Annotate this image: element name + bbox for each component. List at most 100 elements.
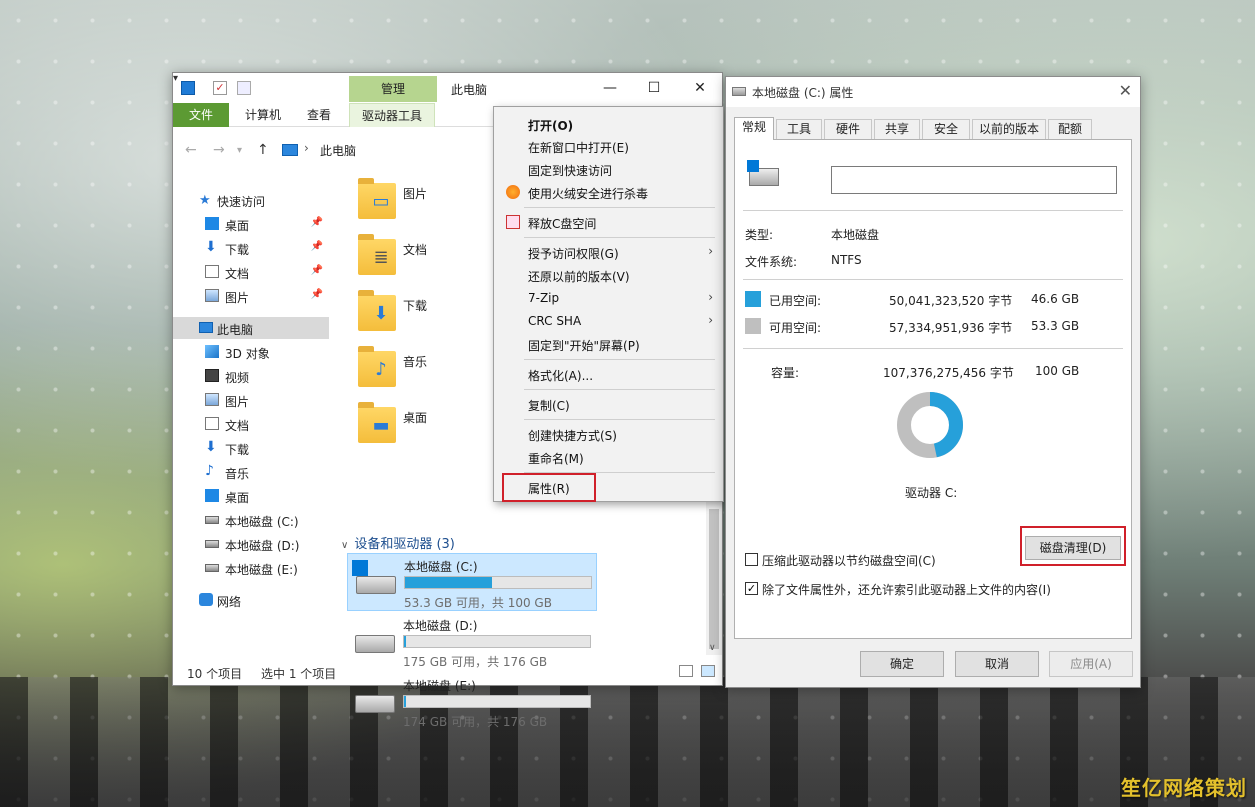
- nav-music[interactable]: ♪ 音乐: [173, 461, 329, 483]
- tab-general[interactable]: 常规: [734, 117, 774, 140]
- tab-sharing[interactable]: 共享: [874, 119, 920, 139]
- folder-name: 桌面: [403, 411, 428, 425]
- menu-item-pin-start[interactable]: 固定到"开始"屏幕(P): [498, 333, 719, 355]
- menu-item-label: 7-Zip: [528, 291, 560, 305]
- drive-usage-fill: [404, 696, 406, 707]
- apply-button[interactable]: 应用(A): [1049, 651, 1133, 677]
- pin-icon[interactable]: 📌: [311, 241, 323, 252]
- pin-icon[interactable]: 📌: [311, 289, 323, 300]
- nav-label: 桌面: [225, 491, 250, 505]
- breadcrumb-chevron-icon[interactable]: ›: [304, 141, 309, 155]
- tiles-view-icon[interactable]: [701, 665, 715, 677]
- devices-section-header[interactable]: ∨ 设备和驱动器 (3): [341, 533, 455, 552]
- forward-icon[interactable]: →: [213, 142, 225, 158]
- menu-item-crc-sha[interactable]: CRC SHA ›: [498, 310, 719, 332]
- document-badge-icon: ≣: [373, 247, 389, 268]
- index-checkbox[interactable]: ✓: [745, 582, 758, 595]
- nav-documents[interactable]: 文档: [173, 413, 329, 435]
- menu-item-open-new-window[interactable]: 在新窗口中打开(E): [498, 135, 719, 157]
- close-icon[interactable]: ✕: [1119, 81, 1132, 100]
- properties-quick-icon[interactable]: ✓: [213, 81, 227, 95]
- nav-videos[interactable]: 视频: [173, 365, 329, 387]
- nav-quick-downloads[interactable]: ⬇ 下载 📌: [173, 237, 329, 259]
- manage-tab[interactable]: 管理: [349, 76, 437, 102]
- folder-name: 音乐: [403, 355, 428, 369]
- status-bar: 10 个项目 选中 1 个项目: [173, 659, 722, 685]
- nav-pictures[interactable]: 图片: [173, 389, 329, 411]
- up-icon[interactable]: ↑: [257, 142, 269, 158]
- nav-label: 文档: [225, 419, 250, 433]
- tab-security[interactable]: 安全: [922, 119, 970, 139]
- menu-item-pin-quick-access[interactable]: 固定到快速访问: [498, 158, 719, 180]
- computer-icon: [199, 322, 213, 333]
- menu-item-create-shortcut[interactable]: 创建快捷方式(S): [498, 423, 719, 445]
- pin-icon[interactable]: 📌: [311, 217, 323, 228]
- network-icon: [199, 593, 213, 606]
- tab-quota[interactable]: 配额: [1048, 119, 1092, 139]
- picture-badge-icon: ▭: [372, 191, 390, 212]
- tab-previous-versions[interactable]: 以前的版本: [972, 119, 1046, 139]
- nav-drive-c[interactable]: 本地磁盘 (C:): [173, 509, 329, 531]
- tab-computer[interactable]: 计算机: [233, 103, 293, 127]
- nav-this-pc[interactable]: 此电脑: [173, 317, 329, 339]
- highlight-box-properties: [502, 473, 596, 502]
- nav-label: 图片: [225, 291, 250, 305]
- watermark-text: 笙亿网络策划: [1121, 776, 1247, 800]
- scroll-down-icon[interactable]: ∨: [709, 643, 716, 653]
- filesystem-value: NTFS: [831, 253, 862, 267]
- cancel-button[interactable]: 取消: [955, 651, 1039, 677]
- menu-item-open[interactable]: 打开(O): [498, 113, 719, 135]
- menu-item-grant-access[interactable]: 授予访问权限(G) ›: [498, 241, 719, 263]
- scrollbar-thumb[interactable]: [709, 509, 719, 649]
- details-view-icon[interactable]: [679, 665, 693, 677]
- nav-quick-access[interactable]: ★ 快速访问: [173, 189, 329, 211]
- minimize-icon[interactable]: —: [595, 78, 625, 98]
- nav-quick-pictures[interactable]: 图片 📌: [173, 285, 329, 307]
- capacity-label: 容量:: [771, 366, 800, 380]
- nav-drive-d[interactable]: 本地磁盘 (D:): [173, 533, 329, 555]
- breadcrumb[interactable]: 此电脑: [320, 142, 356, 159]
- nav-downloads[interactable]: ⬇ 下载: [173, 437, 329, 459]
- tab-hardware[interactable]: 硬件: [824, 119, 872, 139]
- document-icon: [205, 417, 219, 430]
- back-icon[interactable]: ←: [185, 142, 197, 158]
- tab-drive-tools[interactable]: 驱动器工具: [349, 103, 436, 127]
- menu-item-free-c-space[interactable]: 释放C盘空间: [498, 211, 719, 233]
- address-bar[interactable]: › 此电脑: [278, 138, 498, 162]
- menu-item-copy[interactable]: 复制(C): [498, 393, 719, 415]
- section-title: 设备和驱动器 (3): [354, 537, 455, 552]
- nav-desktop[interactable]: 桌面: [173, 485, 329, 507]
- compress-checkbox[interactable]: [745, 553, 758, 566]
- nav-label: 本地磁盘 (C:): [225, 515, 299, 529]
- drive-name-input[interactable]: [831, 166, 1117, 194]
- menu-item-7zip[interactable]: 7-Zip ›: [498, 287, 719, 309]
- drive-c-tile[interactable]: 本地磁盘 (C:) 53.3 GB 可用，共 100 GB: [347, 553, 597, 611]
- used-space-gb: 46.6 GB: [1031, 292, 1080, 306]
- tab-file[interactable]: 文件: [173, 103, 229, 127]
- menu-item-rename[interactable]: 重命名(M): [498, 446, 719, 468]
- nav-3d-objects[interactable]: 3D 对象: [173, 341, 329, 363]
- new-folder-quick-icon[interactable]: [237, 81, 251, 95]
- pin-icon[interactable]: 📌: [311, 265, 323, 276]
- explorer-titlebar: ✓ ▾ 管理 此电脑 — ☐ ✕: [173, 73, 722, 103]
- star-icon: ★: [199, 193, 211, 208]
- menu-item-huorong-scan[interactable]: 使用火绒安全进行杀毒: [498, 181, 719, 203]
- tab-view[interactable]: 查看: [295, 103, 343, 127]
- computer-icon: [181, 81, 195, 95]
- menu-item-format[interactable]: 格式化(A)...: [498, 363, 719, 385]
- drive-name: 本地磁盘 (D:): [403, 619, 478, 633]
- recent-dropdown-icon[interactable]: ▾: [237, 145, 242, 156]
- nav-quick-desktop[interactable]: 桌面 📌: [173, 213, 329, 235]
- ok-button[interactable]: 确定: [860, 651, 944, 677]
- maximize-icon[interactable]: ☐: [639, 78, 669, 98]
- nav-quick-documents[interactable]: 文档 📌: [173, 261, 329, 283]
- used-space-swatch: [745, 291, 761, 307]
- nav-drive-e[interactable]: 本地磁盘 (E:): [173, 557, 329, 579]
- computer-icon: [282, 144, 298, 156]
- cube-icon: [205, 345, 219, 358]
- menu-item-restore-versions[interactable]: 还原以前的版本(V): [498, 264, 719, 286]
- tab-tools[interactable]: 工具: [776, 119, 822, 139]
- close-icon[interactable]: ✕: [685, 78, 715, 98]
- status-item-count: 10 个项目: [187, 667, 243, 681]
- nav-network[interactable]: 网络: [173, 589, 329, 611]
